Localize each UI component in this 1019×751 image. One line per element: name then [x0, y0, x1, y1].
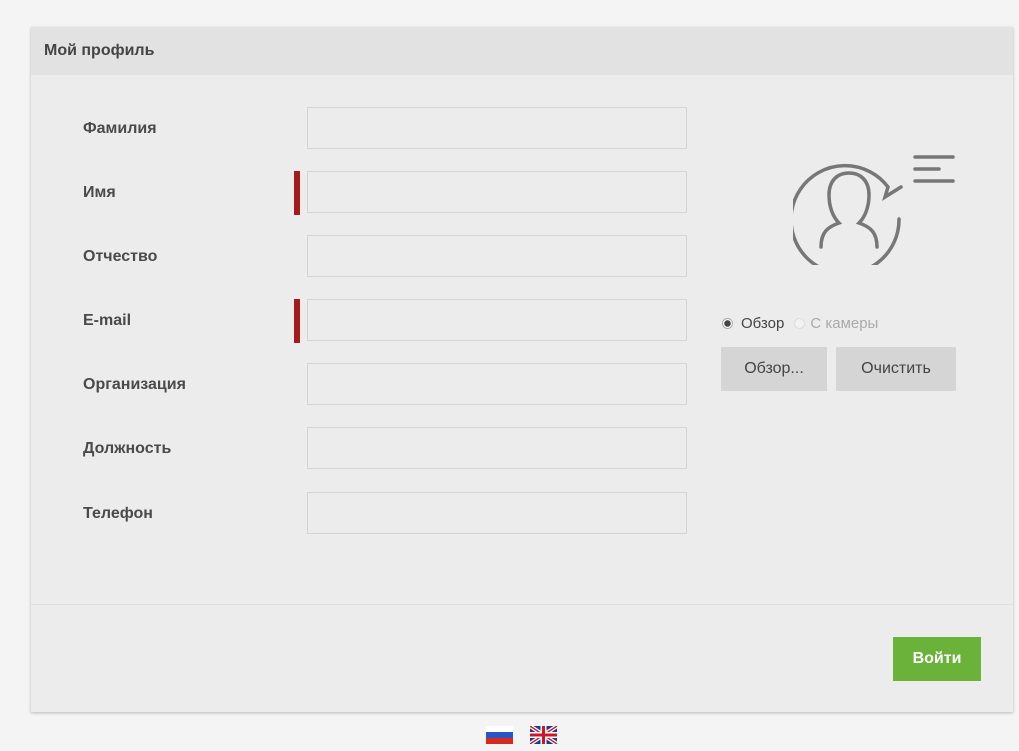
- last-name-label: Фамилия: [83, 120, 157, 137]
- phone-input[interactable]: [307, 492, 687, 534]
- profile-panel: Мой профиль Фамилия Имя Отчество E-mail …: [31, 27, 1013, 712]
- russia-flag-icon[interactable]: [486, 726, 513, 744]
- organization-input[interactable]: [307, 363, 687, 405]
- browse-radio-label[interactable]: Обзор: [741, 315, 784, 332]
- email-label: E-mail: [83, 312, 132, 329]
- login-button[interactable]: Войти: [893, 637, 981, 681]
- user-chat-icon: [793, 155, 955, 265]
- panel-header: Мой профиль: [31, 27, 1013, 75]
- camera-radio[interactable]: [794, 317, 806, 329]
- first-name-input[interactable]: [307, 171, 687, 213]
- position-input[interactable]: [307, 427, 687, 469]
- patronymic-input[interactable]: [307, 235, 687, 277]
- last-name-input[interactable]: [307, 107, 687, 149]
- required-indicator: [294, 171, 300, 215]
- first-name-label: Имя: [83, 184, 116, 201]
- position-label: Должность: [83, 440, 172, 457]
- photo-source-selector: Обзор С камеры: [722, 313, 878, 333]
- camera-radio-label[interactable]: С камеры: [810, 315, 878, 332]
- phone-label: Телефон: [83, 505, 153, 522]
- required-indicator: [294, 299, 300, 343]
- organization-label: Организация: [83, 376, 186, 393]
- email-input[interactable]: [307, 299, 687, 341]
- browse-radio[interactable]: [722, 317, 733, 329]
- panel-title: Мой профиль: [44, 42, 155, 59]
- patronymic-label: Отчество: [83, 248, 158, 265]
- uk-flag-icon[interactable]: [530, 726, 557, 744]
- footer-divider: [31, 604, 1013, 605]
- clear-button[interactable]: Очистить: [836, 347, 956, 391]
- browse-button[interactable]: Обзор...: [721, 347, 827, 391]
